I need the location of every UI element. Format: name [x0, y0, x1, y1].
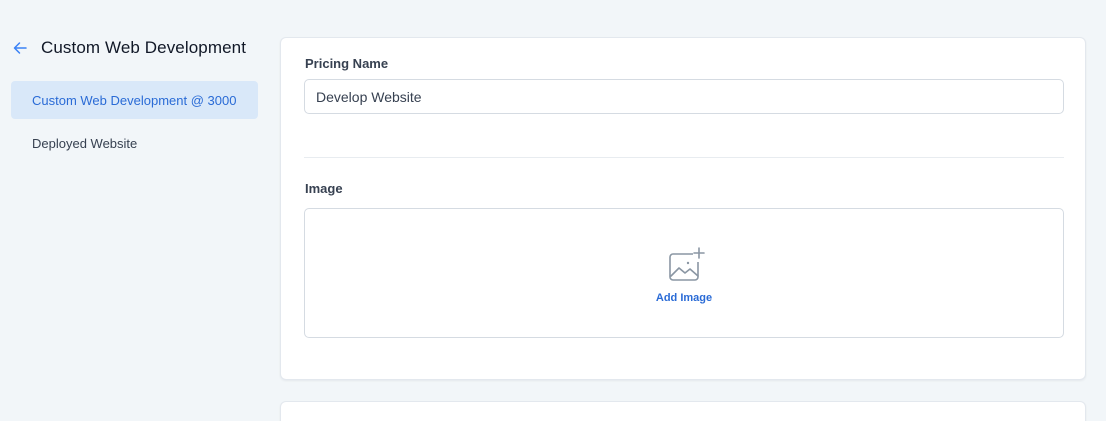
sidebar-item-label: Deployed Website [32, 135, 138, 151]
image-add-icon [668, 246, 706, 284]
pricing-card: Pricing Name Image Add Image [280, 37, 1086, 380]
sidebar-item-deployed-website[interactable]: Deployed Website [11, 124, 258, 162]
add-image-label: Add Image [655, 292, 713, 304]
sidebar: Custom Web Development Custom Web Develo… [0, 0, 270, 421]
arrow-left-icon[interactable] [11, 39, 29, 57]
image-upload-dropzone[interactable]: Add Image [304, 208, 1064, 338]
page-title: Custom Web Development [41, 38, 247, 57]
image-label: Image [305, 181, 343, 196]
sidebar-item-label: Custom Web Development @ 3000 [32, 92, 237, 108]
pricing-name-input[interactable] [304, 79, 1064, 114]
sidebar-item-custom-web-development[interactable]: Custom Web Development @ 3000 [11, 81, 258, 119]
pricing-name-label: Pricing Name [305, 56, 389, 71]
page: Custom Web Development Custom Web Develo… [0, 0, 1106, 421]
divider [304, 157, 1064, 158]
next-card [280, 401, 1086, 421]
sidebar-header: Custom Web Development [11, 36, 246, 60]
